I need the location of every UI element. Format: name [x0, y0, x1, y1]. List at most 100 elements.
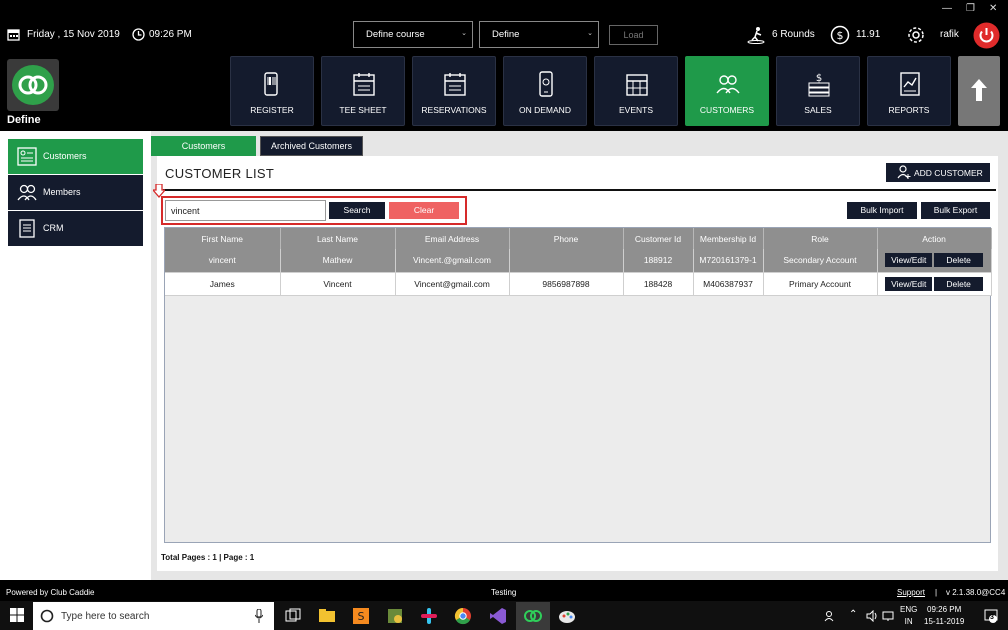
table-header-row: First Name Last Name Email Address Phone…	[165, 228, 992, 249]
rounds-count: 6 Rounds	[772, 29, 815, 40]
chevron-down-icon: ⌄	[587, 30, 593, 37]
cell-last-name: Vincent	[280, 272, 396, 296]
tile-events[interactable]: EVENTS	[594, 56, 678, 126]
calendar-grid-icon	[626, 74, 648, 96]
table-row[interactable]: vincent Mathew Vincent.@gmail.com 188912…	[165, 249, 992, 273]
dollar-icon: $	[830, 25, 850, 45]
column-header[interactable]: Customer Id	[623, 228, 694, 249]
visual-studio-icon[interactable]	[487, 605, 509, 627]
tile-tee-sheet-label: TEE SHEET	[339, 105, 387, 115]
delete-button[interactable]: Delete	[934, 253, 983, 268]
page-title: CUSTOMER LIST	[165, 166, 275, 181]
table-row[interactable]: James Vincent Vincent@gmail.com 98569878…	[165, 272, 992, 296]
tile-reports-label: REPORTS	[888, 105, 930, 115]
bulk-export-button[interactable]: Bulk Export	[921, 202, 990, 219]
sidebar-item-crm[interactable]: CRM	[8, 211, 143, 246]
tab-archived-customers[interactable]: Archived Customers	[260, 136, 363, 156]
club-caddie-taskbar-icon[interactable]	[516, 602, 550, 630]
column-header[interactable]: Phone	[509, 228, 624, 249]
column-header[interactable]: Role	[763, 228, 878, 249]
sidebar-item-members[interactable]: Members	[8, 175, 143, 210]
money-icon: $	[808, 73, 830, 97]
close-icon[interactable]: ✕	[989, 3, 997, 14]
cell-membership-id: M406387937	[693, 272, 764, 296]
sublime-icon[interactable]: S	[350, 605, 372, 627]
cell-first-name: vincent	[165, 249, 281, 273]
support-link[interactable]: Support	[897, 588, 925, 597]
customer-table: First Name Last Name Email Address Phone…	[164, 227, 992, 543]
load-button[interactable]: Load	[609, 25, 658, 45]
cell-email: Vincent@gmail.com	[395, 272, 510, 296]
slack-icon[interactable]	[418, 605, 440, 627]
cell-action: View/Edit Delete	[877, 272, 992, 296]
task-view-icon[interactable]	[282, 605, 304, 627]
column-header[interactable]: Last Name	[280, 228, 396, 249]
course-select[interactable]: Define course ⌄	[353, 21, 473, 48]
clock-icon	[132, 28, 145, 41]
bulk-import-button[interactable]: Bulk Import	[847, 202, 917, 219]
file-explorer-icon[interactable]	[316, 605, 338, 627]
cell-phone: 9856987898	[509, 272, 624, 296]
define-select[interactable]: Define ⌄	[479, 21, 599, 48]
tile-register[interactable]: REGISTER	[230, 56, 314, 126]
tile-customers[interactable]: CUSTOMERS	[685, 56, 769, 126]
clock-date: 15-11-2019	[924, 617, 965, 626]
view-edit-button[interactable]: View/Edit	[885, 253, 933, 268]
column-header[interactable]: First Name	[165, 228, 281, 249]
user-name: rafik	[940, 29, 959, 40]
language-indicator[interactable]: ENG IN	[900, 604, 917, 628]
title-divider	[163, 189, 996, 191]
customer-list-icon	[17, 147, 37, 166]
minimize-icon[interactable]: —	[942, 3, 952, 14]
clear-button[interactable]: Clear	[389, 202, 459, 219]
define-select-value: Define	[492, 29, 520, 40]
add-customer-button[interactable]: ADD CUSTOMER	[886, 163, 990, 182]
cell-action: View/Edit Delete	[877, 249, 992, 273]
power-icon[interactable]	[973, 22, 1000, 51]
sidebar-item-label: Members	[43, 187, 81, 197]
taskbar-search-box[interactable]: Type here to search	[33, 602, 274, 630]
tile-on-demand-label: ON DEMAND	[519, 105, 571, 115]
search-button[interactable]: Search	[329, 202, 385, 219]
powered-by: Powered by Club Caddie	[6, 588, 95, 597]
tile-tee-sheet[interactable]: TEE SHEET	[321, 56, 405, 126]
network-icon[interactable]	[882, 610, 894, 624]
volume-icon[interactable]	[866, 609, 878, 624]
header-date: Friday , 15 Nov 2019	[27, 29, 120, 40]
tile-customers-label: CUSTOMERS	[699, 105, 755, 115]
restore-icon[interactable]: ❐	[966, 3, 975, 14]
view-edit-button[interactable]: View/Edit	[885, 276, 933, 291]
chevron-up-icon[interactable]: ⌃	[849, 609, 857, 620]
tile-reservations-label: RESERVATIONS	[421, 105, 487, 115]
tab-customers[interactable]: Customers	[151, 136, 256, 156]
people-icon[interactable]	[824, 610, 836, 624]
cell-phone	[509, 249, 624, 273]
column-header[interactable]: Membership Id	[693, 228, 764, 249]
system-clock[interactable]: 09:26 PM 15-11-2019	[924, 604, 964, 628]
column-header[interactable]: Email Address	[395, 228, 510, 249]
app-icon[interactable]	[384, 605, 406, 627]
gear-icon[interactable]	[906, 25, 926, 45]
cell-customer-id: 188912	[623, 249, 694, 273]
search-input[interactable]	[165, 200, 326, 221]
delete-button[interactable]: Delete	[934, 276, 983, 291]
header-time: 09:26 PM	[149, 29, 192, 40]
users-icon	[716, 75, 740, 94]
svg-text:$: $	[816, 73, 822, 84]
calendar-icon	[7, 28, 20, 41]
arrow-up-icon	[971, 79, 987, 101]
tile-reservations[interactable]: RESERVATIONS	[412, 56, 496, 126]
barcode-scanner-icon	[264, 72, 278, 96]
paint-icon[interactable]	[556, 605, 578, 627]
windows-start-icon[interactable]	[10, 608, 24, 624]
report-icon	[900, 72, 920, 96]
add-user-icon	[897, 165, 911, 179]
chrome-icon[interactable]	[452, 605, 474, 627]
scroll-up-button[interactable]	[958, 56, 1000, 126]
sidebar-item-customers[interactable]: Customers	[8, 139, 143, 174]
tile-reports[interactable]: REPORTS	[867, 56, 951, 126]
tile-on-demand[interactable]: ON DEMAND	[503, 56, 587, 126]
language-code: ENG	[900, 605, 918, 614]
tile-sales[interactable]: $ SALES	[776, 56, 860, 126]
calendar-icon	[353, 73, 375, 96]
